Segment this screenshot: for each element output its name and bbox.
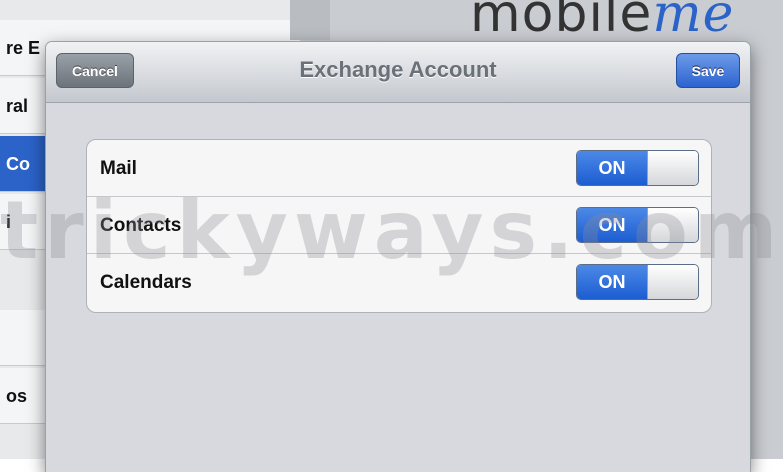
toggle-on-label: ON <box>577 208 647 242</box>
toggle-knob[interactable] <box>647 208 698 242</box>
sidebar-item-label: ral <box>6 96 29 116</box>
calendars-label: Calendars <box>100 272 192 293</box>
calendars-row: Calendars ON <box>87 254 711 311</box>
save-button[interactable]: Save <box>676 53 740 88</box>
contacts-label: Contacts <box>100 215 182 236</box>
toggle-knob[interactable] <box>647 265 698 299</box>
mail-row: Mail ON <box>87 140 711 197</box>
page-title: Exchange Account <box>299 57 497 82</box>
sync-options-group: Mail ON Contacts ON Calendars ON <box>86 139 712 313</box>
sidebar-divider <box>290 0 330 40</box>
sidebar-item-label: Co <box>6 154 30 174</box>
mail-toggle[interactable]: ON <box>576 150 699 186</box>
mail-label: Mail <box>100 158 137 179</box>
sidebar-item-label: os <box>6 386 28 406</box>
toggle-on-label: ON <box>577 265 647 299</box>
contacts-toggle[interactable]: ON <box>576 207 699 243</box>
calendars-toggle[interactable]: ON <box>576 264 699 300</box>
mobileme-logo: mobileme <box>470 0 735 44</box>
cancel-button[interactable]: Cancel <box>56 53 134 88</box>
sidebar-item-label: i <box>6 212 12 232</box>
navigation-bar: Exchange Account Cancel Save <box>46 42 750 103</box>
sidebar-item-label: re E <box>6 38 41 58</box>
exchange-account-sheet: Exchange Account Cancel Save Mail ON Con… <box>46 42 750 472</box>
toggle-knob[interactable] <box>647 151 698 185</box>
contacts-row: Contacts ON <box>87 197 711 254</box>
toggle-on-label: ON <box>577 151 647 185</box>
